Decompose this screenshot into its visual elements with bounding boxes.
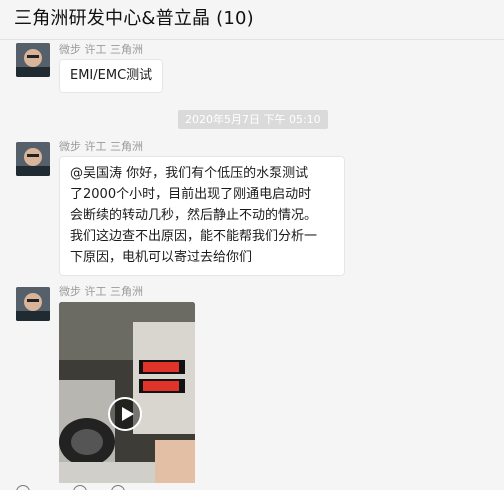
message-line: 会断续的转动几秒，然后静止不动的情况。 (70, 208, 318, 223)
message-timestamp: 2020年5月7日 下午 05:10 (178, 110, 328, 129)
message-line: 了2000个小时，目前出现了刚通电启动时 (70, 187, 312, 202)
play-icon[interactable] (108, 397, 142, 431)
chat-title: 三角洲研发中心&普立晶 (10) (14, 8, 254, 29)
chat-header: 三角洲研发中心&普立晶 (10) (0, 0, 504, 40)
message-line: 下原因，电机可以寄过去给你们 (70, 250, 253, 265)
folder-icon[interactable] (73, 485, 87, 490)
emoji-icon[interactable] (16, 485, 30, 490)
sender-name: 微步 许工 三角洲 (59, 43, 143, 56)
sender-avatar[interactable] (16, 287, 50, 321)
avatar-image (16, 43, 50, 77)
sender-name: 微步 许工 三角洲 (59, 285, 143, 298)
sender-avatar[interactable] (16, 43, 50, 77)
message-bubble[interactable]: EMI/EMC测试 (59, 59, 164, 93)
message-line: 我们这边查不出原因，能不能帮我们分析一 (70, 229, 318, 244)
avatar-image (16, 142, 50, 176)
avatar-image (16, 287, 50, 321)
message-bubble[interactable]: @吴国涛 你好，我们有个低压的水泵测试 了2000个小时，目前出现了刚通电启动时… (59, 156, 345, 276)
chat-message-list[interactable]: 微步 许工 三角洲 EMI/EMC测试 2020年5月7日 下午 05:10 微… (0, 41, 504, 490)
video-message[interactable] (59, 302, 195, 490)
sender-name: 微步 许工 三角洲 (59, 140, 143, 153)
video-thumbnail (59, 302, 195, 490)
input-toolbar (0, 483, 504, 490)
screenshot-icon[interactable] (111, 485, 125, 490)
message-line: @吴国涛 你好，我们有个低压的水泵测试 (70, 166, 309, 181)
sender-avatar[interactable] (16, 142, 50, 176)
